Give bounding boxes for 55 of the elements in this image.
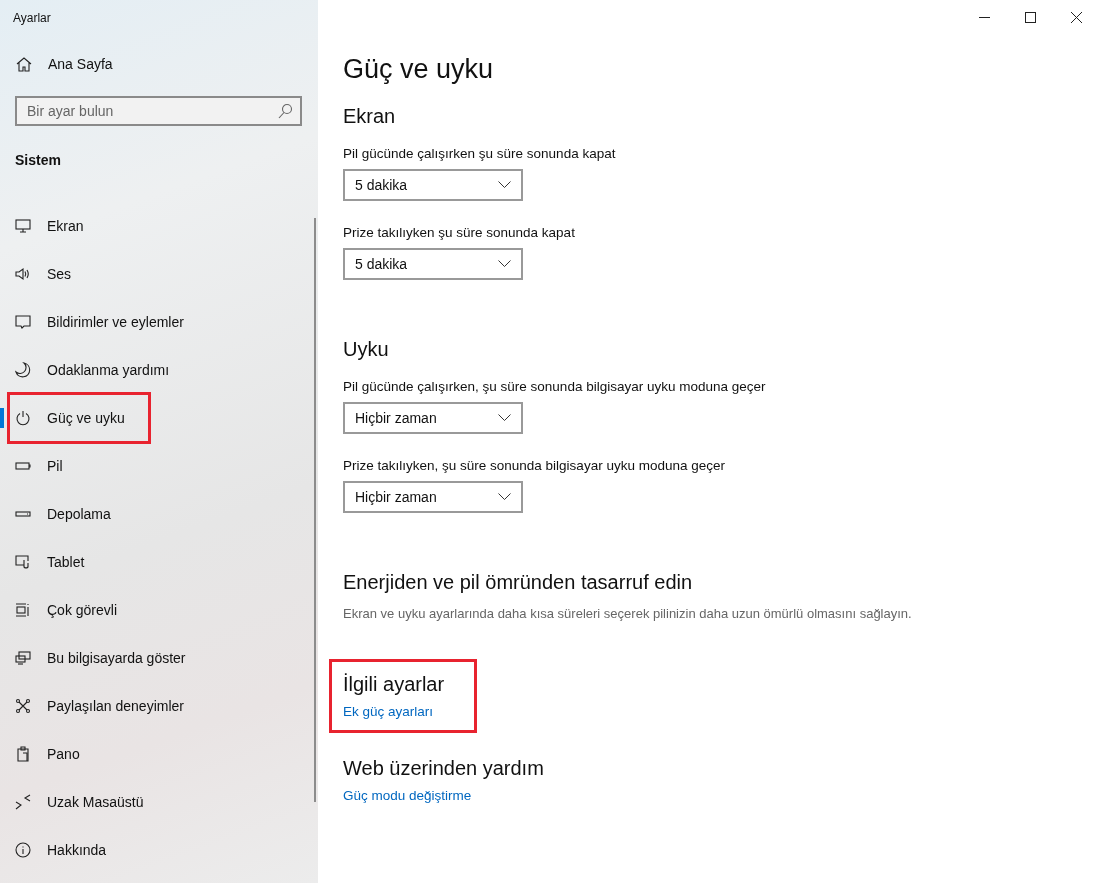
home-link[interactable]: Ana Sayfa — [0, 42, 318, 86]
chevron-down-icon — [498, 260, 511, 268]
dropdown[interactable]: 5 dakika — [343, 169, 523, 201]
home-icon — [16, 56, 32, 72]
sidebar-item[interactable]: Güç ve uyku — [0, 394, 318, 442]
dropdown[interactable]: Hiçbir zaman — [343, 481, 523, 513]
window-title: Ayarlar — [12, 10, 52, 27]
shared-nodes-icon — [15, 698, 31, 714]
sidebar-item[interactable]: Uzak Masaüstü — [0, 778, 318, 826]
sidebar-item[interactable]: Ses — [0, 250, 318, 298]
setting-label: Pil gücünde çalışırken, şu süre sonunda bilgisayar uyku moduna geçer — [343, 379, 767, 394]
section-heading: İlgili ayarlar — [343, 673, 446, 696]
setting-label: Pil gücünde çalışırken şu süre sonunda kapat — [343, 146, 617, 161]
power-icon — [15, 410, 31, 426]
moon-icon — [15, 362, 31, 378]
sidebar-item[interactable]: Pano — [0, 730, 318, 778]
settings-link[interactable]: Güç modu değiştirme — [343, 788, 472, 803]
sidebar-item[interactable]: Hakkında — [0, 826, 318, 874]
sidebar-item[interactable]: Pil — [0, 442, 318, 490]
section-heading: Ekran — [343, 105, 397, 128]
chevron-down-icon — [498, 493, 511, 501]
monitor-icon — [15, 218, 31, 234]
sidebar-item[interactable]: Paylaşılan deneyimler — [0, 682, 318, 730]
sidebar-item[interactable]: Çok görevli — [0, 586, 318, 634]
close-icon — [1070, 11, 1082, 23]
maximize-icon — [1024, 11, 1036, 23]
section-heading: Enerjiden ve pil ömründen tasarruf edin — [343, 571, 694, 594]
description: Ekran ve uyku ayarlarında daha kısa süreleri seçerek pilinizin daha uzun ömürlü olmasını sağlayın. — [343, 606, 913, 621]
setting-label: Prize takılıyken, şu süre sonunda bilgisayar uyku moduna geçer — [343, 458, 726, 473]
sidebar-item[interactable]: Bu bilgisayarda göster — [0, 634, 318, 682]
page-title: Güç ve uyku — [343, 54, 495, 85]
search-field[interactable]: Bir ayar bulun — [15, 96, 302, 126]
sidebar-item[interactable]: Ekran — [0, 202, 318, 250]
section-heading: Sistem — [14, 151, 62, 170]
info-icon — [15, 842, 31, 858]
project-screen-icon — [15, 650, 31, 666]
dropdown[interactable]: 5 dakika — [343, 248, 523, 280]
settings-link[interactable]: Ek güç ayarları — [343, 704, 434, 719]
chevron-down-icon — [498, 414, 511, 422]
chevron-down-icon — [498, 181, 511, 189]
section-heading: Uyku — [343, 338, 390, 361]
multitask-icon — [15, 602, 31, 618]
dropdown[interactable]: Hiçbir zaman — [343, 402, 523, 434]
tablet-hand-icon — [15, 554, 31, 570]
remote-arrows-icon — [15, 794, 31, 810]
sidebar-item[interactable]: Tablet — [0, 538, 318, 586]
sidebar-item[interactable]: Depolama — [0, 490, 318, 538]
speaker-icon — [15, 266, 31, 282]
speech-bubble-icon — [15, 314, 31, 330]
sidebar-item[interactable]: Bildirimler ve eylemler — [0, 298, 318, 346]
section-heading: Web üzerinden yardım — [343, 757, 545, 780]
sidebar-item[interactable]: Odaklanma yardımı — [0, 346, 318, 394]
search-icon — [277, 103, 293, 119]
setting-label: Prize takılıyken şu süre sonunda kapat — [343, 225, 576, 240]
clipboard-icon — [15, 746, 31, 762]
